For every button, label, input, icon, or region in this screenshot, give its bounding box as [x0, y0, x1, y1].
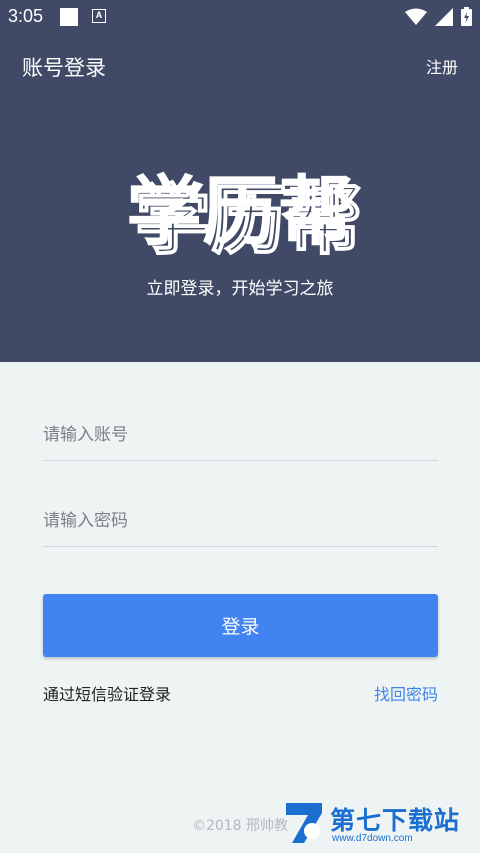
- password-input[interactable]: [43, 496, 438, 546]
- account-field[interactable]: [43, 410, 438, 461]
- status-bar: 3:05 A: [0, 0, 480, 34]
- status-icons: [405, 7, 472, 26]
- battery-icon: [461, 7, 472, 26]
- app-logo: 学历帮 学历帮: [126, 167, 364, 255]
- a-notification-icon: A: [92, 9, 106, 23]
- password-field[interactable]: [43, 496, 438, 547]
- signal-icon: [435, 7, 453, 26]
- forgot-password-link[interactable]: 找回密码: [374, 681, 438, 705]
- account-input[interactable]: [43, 410, 438, 460]
- watermark-logo-icon: [286, 803, 322, 843]
- watermark-brand: 第七下载站: [330, 806, 461, 835]
- header-banner: 3:05 A 账号登录 注册 学历帮 学历帮 立即登录，开始学习之旅: [0, 0, 480, 362]
- logo-text: 学历帮: [126, 167, 354, 255]
- page-title: 账号登录: [22, 56, 106, 80]
- watermark-url: www.d7down.com: [332, 833, 413, 844]
- watermark: 第七下载站 www.d7down.com: [282, 799, 474, 847]
- tagline: 立即登录，开始学习之旅: [146, 279, 334, 299]
- register-button[interactable]: 注册: [426, 54, 458, 78]
- notification-icon: [60, 8, 78, 26]
- wifi-icon: [405, 8, 427, 25]
- login-button[interactable]: 登录: [43, 594, 438, 657]
- sms-login-link[interactable]: 通过短信验证登录: [43, 681, 171, 705]
- status-time: 3:05: [8, 6, 44, 26]
